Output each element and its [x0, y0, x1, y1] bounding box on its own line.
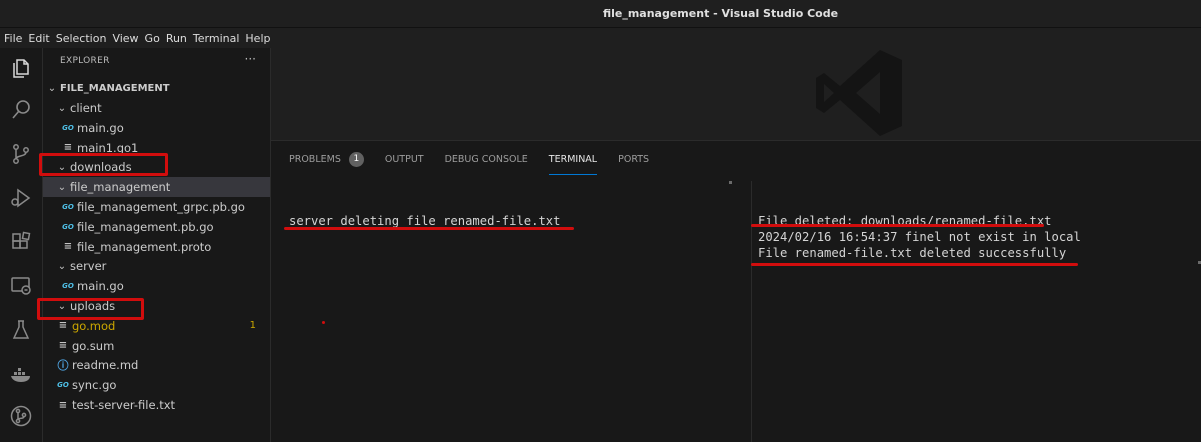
tree-item-label: client [70, 101, 102, 115]
editor-area [271, 48, 1201, 140]
tree-item-label: readme.md [72, 358, 139, 373]
file-file_management.proto[interactable]: ≡ file_management.proto [43, 237, 270, 257]
docker-icon[interactable] [7, 360, 35, 388]
info-file-icon: ⓘ [57, 359, 69, 373]
tab-output-label: OUTPUT [384, 153, 424, 165]
git-graph-icon[interactable] [7, 402, 35, 430]
more-actions-icon[interactable]: ··· [245, 52, 256, 66]
tree-item-label: file_management.proto [77, 239, 212, 254]
problem-count-badge: 1 [249, 320, 256, 332]
text-file-icon: ≡ [58, 320, 68, 332]
file-go.sum[interactable]: ≡ go.sum [43, 336, 270, 356]
text-file-icon: ≡ [63, 142, 73, 154]
tree-item-label: go.mod [72, 318, 116, 333]
testing-icon[interactable] [7, 316, 35, 344]
tree-item-label: test-server-file.txt [72, 398, 176, 412]
menu-terminal[interactable]: Terminal [193, 32, 240, 45]
menu-selection[interactable]: Selection [56, 32, 107, 45]
menu-bar: File Edit Selection View Go Run Terminal… [0, 28, 1201, 48]
text-file-icon: ≡ [63, 241, 73, 253]
workspace-root-label: FILE_MANAGEMENT [60, 82, 170, 94]
annotation-box-uploads [37, 298, 144, 320]
menu-run[interactable]: Run [166, 32, 187, 45]
vscode-watermark-icon [816, 50, 902, 136]
file-readme.md[interactable]: ⓘ readme.md [43, 355, 270, 375]
menu-view[interactable]: View [112, 32, 138, 45]
problems-count-badge: 1 [348, 151, 364, 167]
terminal-right-line-2[interactable]: 2024/02/16 16:54:37 finel not exist in l… [758, 230, 1081, 244]
go-file-icon: GO [57, 381, 69, 390]
tab-terminal-label: TERMINAL [548, 153, 598, 165]
menu-edit[interactable]: Edit [28, 32, 49, 45]
tree-item-label: file_management [70, 180, 171, 195]
tree-item-label: server [70, 259, 107, 274]
menu-go[interactable]: Go [145, 32, 160, 45]
file-main.go[interactable]: GO main.go [43, 118, 270, 138]
chevron-down-icon: ⌄ [57, 181, 67, 193]
tree-item-label: file_management.pb.go [77, 219, 214, 234]
chevron-down-icon: ⌄ [57, 260, 67, 272]
text-file-icon: ≡ [58, 340, 68, 352]
folder-server[interactable]: ⌄ server [43, 256, 270, 276]
tab-ports-label: PORTS [618, 153, 650, 165]
annotation-underline-left [284, 227, 574, 230]
file-main.go[interactable]: GO main.go [43, 276, 270, 296]
go-file-icon: GO [62, 203, 74, 211]
terminal-left-line[interactable]: server deleting file renamed-file.txt [289, 214, 561, 228]
terminal-split-divider[interactable] [751, 181, 752, 442]
tab-terminal[interactable]: TERMINAL [548, 147, 598, 175]
menu-help[interactable]: Help [245, 32, 270, 45]
search-icon[interactable] [7, 96, 35, 124]
menu-file[interactable]: File [4, 32, 22, 45]
folder-file_management[interactable]: ⌄ file_management [43, 177, 270, 198]
chevron-down-icon: ⌄ [57, 102, 67, 114]
bottom-panel: PROBLEMS 1 OUTPUT DEBUG CONSOLE TERMINAL… [271, 140, 1201, 442]
file-file_management.pb.go[interactable]: GO file_management.pb.go [43, 217, 270, 237]
go-file-icon: GO [62, 123, 74, 132]
go-file-icon: GO [62, 222, 74, 231]
remote-explorer-icon[interactable] [7, 272, 35, 300]
explorer-sidebar: EXPLORER ··· ⌄ FILE_MANAGEMENT ⌄ client GO… [43, 48, 271, 442]
tab-problems[interactable]: PROBLEMS 1 [289, 147, 364, 171]
source-control-icon[interactable] [7, 140, 35, 168]
tree-item-label: main.go [77, 279, 124, 294]
file-file_management_grpc.pb.go[interactable]: GO file_management_grpc.pb.go [43, 197, 270, 217]
file-test-server-file.txt[interactable]: ≡ test-server-file.txt [43, 395, 270, 415]
workspace-root[interactable]: ⌄ FILE_MANAGEMENT [43, 78, 270, 98]
annotation-box-downloads [39, 153, 168, 176]
annotation-dot [322, 321, 325, 324]
terminal-right-line-3[interactable]: File renamed-file.txt deleted successful… [758, 246, 1066, 260]
annotation-underline-right-1 [751, 224, 1044, 227]
terminal-sash[interactable] [729, 181, 732, 184]
annotation-underline-right-2 [751, 263, 1078, 266]
folder-client[interactable]: ⌄ client [43, 98, 270, 118]
run-debug-icon[interactable] [7, 184, 35, 212]
tree-item-label: main.go [77, 120, 124, 135]
tab-ports[interactable]: PORTS [618, 147, 649, 171]
title-bar: file_management - Visual Studio Code [0, 0, 1201, 28]
tab-debug-console-label: DEBUG CONSOLE [444, 153, 528, 165]
chevron-down-icon: ⌄ [47, 82, 57, 94]
extensions-icon[interactable] [7, 228, 35, 256]
tree-item-label: file_management_grpc.pb.go [77, 200, 245, 214]
panel-tabs: PROBLEMS 1 OUTPUT DEBUG CONSOLE TERMINAL… [289, 147, 670, 175]
window-title: file_management - Visual Studio Code [602, 7, 839, 20]
file-sync.go[interactable]: GO sync.go [43, 375, 270, 395]
tree-item-label: sync.go [72, 378, 117, 393]
tree-item-label: go.sum [72, 338, 115, 353]
explorer-header: EXPLORER [60, 56, 110, 66]
explorer-icon[interactable] [7, 54, 35, 82]
text-file-icon: ≡ [58, 399, 68, 411]
tab-output[interactable]: OUTPUT [385, 147, 424, 171]
go-file-icon: GO [62, 282, 74, 291]
activity-bar [0, 48, 43, 442]
tab-debug-console[interactable]: DEBUG CONSOLE [445, 147, 528, 171]
tab-problems-label: PROBLEMS [289, 153, 341, 165]
